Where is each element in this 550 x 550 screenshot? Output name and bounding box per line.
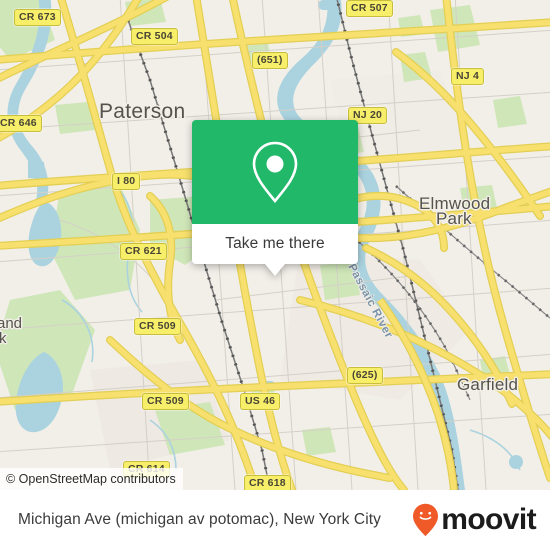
road-shield[interactable]: CR 621: [120, 243, 167, 260]
attribution-osm[interactable]: © OpenStreetMap contributors: [0, 468, 183, 490]
popup-image-area: [192, 120, 358, 224]
take-me-there-button[interactable]: Take me there: [192, 224, 358, 264]
road-shield[interactable]: US 46: [240, 393, 281, 410]
map-pin-icon: [252, 141, 298, 204]
moovit-smiley-pin-icon: [413, 503, 439, 537]
road-shield[interactable]: CR 504: [131, 28, 178, 45]
road-shield[interactable]: (625): [347, 367, 383, 384]
road-shield[interactable]: (651): [252, 52, 288, 69]
road-shield[interactable]: CR 618: [244, 475, 291, 490]
popup-pointer: [265, 264, 285, 276]
moovit-wordmark: moovit: [441, 503, 536, 536]
road-shield[interactable]: CR 509: [134, 318, 181, 335]
place-label-elmwood-park: Park: [436, 209, 472, 228]
road-shield[interactable]: NJ 4: [451, 68, 484, 85]
moovit-logo[interactable]: moovit: [412, 503, 537, 537]
footer-bar: Michigan Ave (michigan av potomac), New …: [0, 490, 550, 550]
place-label-garfield: Garfield: [457, 375, 519, 394]
moovit-map-screenshot: CR 673 CR 504 CR 507 (651) NJ 4 NJ 20 CR…: [0, 0, 550, 550]
place-label-clipped-b: k: [0, 330, 7, 347]
road-shield[interactable]: CR 673: [14, 9, 61, 26]
road-shield[interactable]: CR 507: [346, 0, 393, 17]
road-shield[interactable]: CR 509: [142, 393, 189, 410]
map-popup[interactable]: Take me there: [192, 120, 358, 276]
road-shield[interactable]: I 80: [112, 173, 141, 190]
road-shield[interactable]: CR 646: [0, 115, 42, 132]
place-label-paterson: Paterson: [99, 100, 186, 123]
page-title: Michigan Ave (michigan av potomac), New …: [18, 511, 381, 528]
